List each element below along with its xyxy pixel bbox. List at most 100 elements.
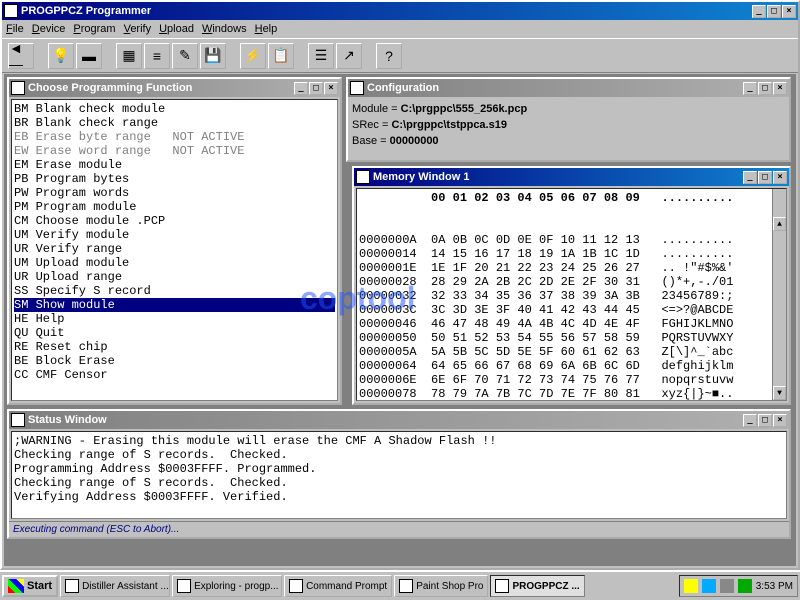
func-list[interactable]: BM Blank check moduleBR Blank check rang… xyxy=(11,99,338,401)
toolbar-button-10[interactable]: ↗ xyxy=(336,43,362,69)
func-titlebar[interactable]: Choose Programming Function _ □ × xyxy=(9,79,340,97)
toolbar-button-2[interactable]: ▬ xyxy=(76,43,102,69)
minimize-button[interactable]: _ xyxy=(743,414,757,427)
menu-device[interactable]: Device xyxy=(32,23,66,35)
toolbar-button-9[interactable]: ☰ xyxy=(308,43,334,69)
mdi-area: Choose Programming Function _ □ × BM Bla… xyxy=(4,74,796,566)
func-item-re[interactable]: RE Reset chip xyxy=(14,340,335,354)
close-button[interactable]: × xyxy=(782,5,796,18)
func-item-bm[interactable]: BM Blank check module xyxy=(14,102,335,116)
func-item-pw[interactable]: PW Program words xyxy=(14,186,335,200)
task-button[interactable]: Command Prompt xyxy=(284,575,392,597)
app-icon xyxy=(4,4,18,18)
main-window: PROGPPCZ Programmer _ □ × File Device Pr… xyxy=(0,0,800,570)
scrollbar[interactable]: ▲ ▼ xyxy=(772,189,786,400)
memory-row[interactable]: 00000032 32 33 34 35 36 37 38 39 3A 3B 2… xyxy=(359,289,784,303)
start-label: Start xyxy=(27,580,52,592)
menu-help[interactable]: Help xyxy=(255,23,278,35)
configuration-window: Configuration _ □ × Module = C:\prgppc\5… xyxy=(346,77,791,162)
memory-row[interactable]: 0000003C 3C 3D 3E 3F 40 41 42 43 44 45 <… xyxy=(359,303,784,317)
memory-row[interactable]: 0000001E 1E 1F 20 21 22 23 24 25 26 27 .… xyxy=(359,261,784,275)
toolbar-button-4[interactable]: ≡ xyxy=(144,43,170,69)
task-label: Command Prompt xyxy=(306,581,387,592)
close-button[interactable]: × xyxy=(773,171,787,184)
memory-content[interactable]: 00 01 02 03 04 05 06 07 08 09 ..........… xyxy=(356,188,787,401)
toolbar-button-3[interactable]: ▦ xyxy=(116,43,142,69)
maximize-button[interactable]: □ xyxy=(767,5,781,18)
func-item-cc[interactable]: CC CMF Censor xyxy=(14,368,335,382)
toolbar-button-0[interactable]: ◄— xyxy=(8,43,34,69)
toolbar-button-7[interactable]: ⚡ xyxy=(240,43,266,69)
func-item-br[interactable]: BR Blank check range xyxy=(14,116,335,130)
minimize-button[interactable]: _ xyxy=(743,82,757,95)
toolbar-button-11[interactable]: ? xyxy=(376,43,402,69)
func-item-um[interactable]: UM Upload module xyxy=(14,256,335,270)
toolbar-button-1[interactable]: 💡 xyxy=(48,43,74,69)
memory-titlebar[interactable]: Memory Window 1 _ □ × xyxy=(354,168,789,186)
memory-row[interactable]: 00000078 78 79 7A 7B 7C 7D 7E 7F 80 81 x… xyxy=(359,387,784,401)
status-title: Status Window xyxy=(28,414,743,426)
system-tray[interactable]: 3:53 PM xyxy=(679,575,798,597)
memory-row[interactable]: 00000050 50 51 52 53 54 55 56 57 58 59 P… xyxy=(359,331,784,345)
func-item-pb[interactable]: PB Program bytes xyxy=(14,172,335,186)
scroll-up-button[interactable]: ▲ xyxy=(773,217,786,231)
func-item-sm[interactable]: SM Show module xyxy=(14,298,335,312)
func-item-ss[interactable]: SS Specify S record xyxy=(14,284,335,298)
func-item-pm[interactable]: PM Program module xyxy=(14,200,335,214)
scroll-down-button[interactable]: ▼ xyxy=(773,386,786,400)
func-item-em[interactable]: EM Erase module xyxy=(14,158,335,172)
tray-icon[interactable] xyxy=(702,579,716,593)
close-button[interactable]: × xyxy=(324,82,338,95)
toolbar-button-6[interactable]: 💾 xyxy=(200,43,226,69)
toolbar-button-8[interactable]: 📋 xyxy=(268,43,294,69)
menu-windows[interactable]: Windows xyxy=(202,23,247,35)
func-item-ew[interactable]: EW Erase word range NOT ACTIVE xyxy=(14,144,335,158)
func-item-be[interactable]: BE Block Erase xyxy=(14,354,335,368)
close-button[interactable]: × xyxy=(773,414,787,427)
windows-logo-icon xyxy=(8,579,24,593)
tray-icon[interactable] xyxy=(738,579,752,593)
func-item-qu[interactable]: QU Quit xyxy=(14,326,335,340)
minimize-button[interactable]: _ xyxy=(743,171,757,184)
status-line: ;WARNING - Erasing this module will eras… xyxy=(14,434,784,448)
menu-program[interactable]: Program xyxy=(73,23,115,35)
base-value: 00000000 xyxy=(390,135,439,147)
tray-icon[interactable] xyxy=(720,579,734,593)
window-icon xyxy=(11,81,25,95)
func-item-ur[interactable]: UR Upload range xyxy=(14,270,335,284)
func-item-eb[interactable]: EB Erase byte range NOT ACTIVE xyxy=(14,130,335,144)
task-button[interactable]: Distiller Assistant ... xyxy=(60,575,170,597)
config-titlebar[interactable]: Configuration _ □ × xyxy=(348,79,789,97)
minimize-button[interactable]: _ xyxy=(294,82,308,95)
maximize-button[interactable]: □ xyxy=(309,82,323,95)
memory-row[interactable]: 00000028 28 29 2A 2B 2C 2D 2E 2F 30 31 (… xyxy=(359,275,784,289)
memory-row[interactable]: 0000000A 0A 0B 0C 0D 0E 0F 10 11 12 13 .… xyxy=(359,233,784,247)
toolbar-button-5[interactable]: ✎ xyxy=(172,43,198,69)
func-item-ur[interactable]: UR Verify range xyxy=(14,242,335,256)
menu-upload[interactable]: Upload xyxy=(159,23,194,35)
maximize-button[interactable]: □ xyxy=(758,82,772,95)
memory-row[interactable]: 00000064 64 65 66 67 68 69 6A 6B 6C 6D d… xyxy=(359,359,784,373)
func-item-cm[interactable]: CM Choose module .PCP xyxy=(14,214,335,228)
status-titlebar[interactable]: Status Window _ □ × xyxy=(9,411,789,429)
tray-icon[interactable] xyxy=(684,579,698,593)
func-item-um[interactable]: UM Verify module xyxy=(14,228,335,242)
memory-row[interactable]: 00000014 14 15 16 17 18 19 1A 1B 1C 1D .… xyxy=(359,247,784,261)
memory-row[interactable]: 00000046 46 47 48 49 4A 4B 4C 4D 4E 4F F… xyxy=(359,317,784,331)
start-button[interactable]: Start xyxy=(2,575,58,597)
maximize-button[interactable]: □ xyxy=(758,171,772,184)
memory-row[interactable]: 0000006E 6E 6F 70 71 72 73 74 75 76 77 n… xyxy=(359,373,784,387)
maximize-button[interactable]: □ xyxy=(758,414,772,427)
task-button[interactable]: Paint Shop Pro xyxy=(394,575,488,597)
minimize-button[interactable]: _ xyxy=(752,5,766,18)
func-item-he[interactable]: HE Help xyxy=(14,312,335,326)
memory-row[interactable]: 0000005A 5A 5B 5C 5D 5E 5F 60 61 62 63 Z… xyxy=(359,345,784,359)
task-button[interactable]: PROGPPCZ ... xyxy=(490,575,584,597)
menu-verify[interactable]: Verify xyxy=(124,23,152,35)
task-button[interactable]: Exploring - progp... xyxy=(172,575,282,597)
memory-title: Memory Window 1 xyxy=(373,171,743,183)
close-button[interactable]: × xyxy=(773,82,787,95)
menu-file[interactable]: File xyxy=(6,23,24,35)
app-titlebar[interactable]: PROGPPCZ Programmer _ □ × xyxy=(2,2,798,20)
memory-window: Memory Window 1 _ □ × 00 01 02 03 04 05 … xyxy=(352,166,791,405)
